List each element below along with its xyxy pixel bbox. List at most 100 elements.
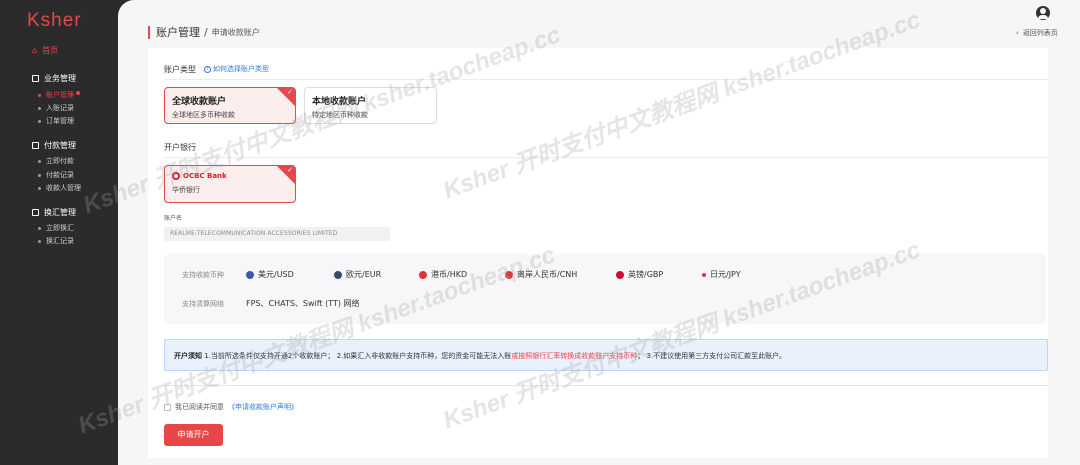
sidebar-item-label: 付款记录 bbox=[46, 171, 74, 179]
bullet-icon bbox=[38, 239, 41, 243]
form-card: 账户类型 ? 如何选择账户类型 全球收款账户 全球地区多币种收款 ✓ 本地收款账… bbox=[148, 48, 1048, 458]
back-link-label: 返回列表页 bbox=[1022, 29, 1058, 37]
sidebar-item-label: 首页 bbox=[42, 46, 59, 55]
check-icon: ✓ bbox=[287, 88, 293, 96]
breadcrumb-separator: / bbox=[204, 25, 208, 39]
bullet-icon bbox=[38, 119, 41, 123]
exchange-icon bbox=[32, 209, 39, 216]
account-type-help-link[interactable]: ? 如何选择账户类型 bbox=[204, 64, 269, 74]
bank-label: 开户银行 bbox=[164, 143, 196, 152]
sidebar-item-payee-management[interactable]: 收款人管理 bbox=[38, 183, 81, 193]
help-link-label: 如何选择账户类型 bbox=[213, 65, 269, 73]
sidebar-item-label: 立即换汇 bbox=[46, 224, 74, 232]
sidebar-group-payment[interactable]: 付款管理 bbox=[32, 140, 76, 151]
uk-flag-icon bbox=[616, 270, 624, 279]
briefcase-icon bbox=[32, 75, 39, 82]
option-title: 本地收款账户 bbox=[312, 97, 367, 107]
bank-name: 华侨银行 bbox=[172, 186, 200, 194]
question-icon: ? bbox=[204, 65, 211, 73]
bank-option-ocbc[interactable]: OCBC Bank 华侨银行 ✓ bbox=[164, 165, 296, 203]
currency-name: 港币/HKD bbox=[431, 270, 468, 279]
sidebar-item-incoming-records[interactable]: 入账记录 bbox=[38, 103, 74, 113]
currency-name: 美元/USD bbox=[258, 270, 294, 279]
sidebar-group-label: 换汇管理 bbox=[44, 208, 76, 217]
account-name-label: 账户名 bbox=[164, 215, 183, 222]
sidebar-item-exchange-now[interactable]: 立即换汇 bbox=[38, 223, 74, 233]
bullet-icon bbox=[38, 226, 41, 230]
currency-name: 日元/JPY bbox=[710, 270, 741, 279]
bullet-icon bbox=[38, 159, 41, 163]
sidebar-item-label: 订单管理 bbox=[46, 117, 74, 125]
sidebar-item-label: 收款人管理 bbox=[46, 184, 81, 192]
sidebar-item-pay-now[interactable]: 立即付款 bbox=[38, 156, 74, 166]
submit-button[interactable]: 申请开户 bbox=[164, 424, 223, 446]
sidebar-item-order-management[interactable]: 订单管理 bbox=[38, 116, 74, 126]
hk-flag-icon bbox=[419, 270, 427, 279]
currency-usd: 美元/USD bbox=[246, 269, 294, 280]
user-avatar-icon[interactable] bbox=[1036, 6, 1050, 20]
currency-info-box: 支持收款币种 美元/USD 欧元/EUR 港币/HKD 离岸人民币/CNH 英镑… bbox=[164, 254, 1046, 324]
sidebar-item-payment-records[interactable]: 付款记录 bbox=[38, 170, 74, 180]
chevron-left-icon: ‹ bbox=[1016, 29, 1019, 37]
bullet-icon bbox=[38, 186, 41, 190]
divider bbox=[164, 385, 1048, 386]
notice-banner: 开户须知 1.当前所选条件仅支持开通2个收款账户； 2.如果汇入非收款账户支持币… bbox=[164, 339, 1048, 371]
sidebar-item-label: 账户管理 bbox=[46, 91, 74, 99]
sidebar-group-label: 付款管理 bbox=[44, 141, 76, 150]
sidebar-item-label: 立即付款 bbox=[46, 157, 74, 165]
divider bbox=[164, 79, 1048, 80]
notice-text-highlight: 或按照银行汇率转换成收款账户支持币种 bbox=[511, 352, 638, 360]
cn-flag-icon bbox=[505, 270, 513, 279]
title-accent-bar bbox=[148, 25, 150, 39]
network-label: 支持清算网络 bbox=[182, 300, 224, 308]
wallet-icon bbox=[32, 142, 39, 149]
sidebar-group-business[interactable]: 业务管理 bbox=[32, 73, 76, 84]
main-content: 账户管理 / 申请收款账户 ‹ 返回列表页 账户类型 ? 如何选择账户类型 全球… bbox=[75, 0, 1080, 465]
account-type-label: 账户类型 bbox=[164, 65, 196, 74]
currency-cnh: 离岸人民币/CNH bbox=[505, 269, 577, 280]
network-value: FPS、CHATS、Swift (TT) 网络 bbox=[246, 299, 360, 308]
sidebar-item-account-management[interactable]: 账户管理 bbox=[38, 90, 80, 100]
bullet-icon bbox=[38, 106, 41, 110]
sidebar-item-label: 换汇记录 bbox=[46, 237, 74, 245]
currency-name: 离岸人民币/CNH bbox=[517, 270, 578, 279]
currency-label: 支持收款币种 bbox=[182, 271, 224, 279]
bank-logo-text: OCBC Bank bbox=[183, 172, 227, 180]
agreement-link[interactable]: 《申请收款账户声明》 bbox=[228, 402, 298, 412]
us-flag-icon bbox=[246, 270, 254, 279]
divider bbox=[164, 157, 1048, 158]
currency-gbp: 英镑/GBP bbox=[616, 269, 663, 280]
notice-title: 开户须知 bbox=[174, 352, 202, 360]
app-logo: Ksher bbox=[27, 10, 82, 31]
option-desc: 全球地区多币种收款 bbox=[172, 111, 235, 119]
currency-hkd: 港币/HKD bbox=[419, 269, 467, 280]
sidebar-group-label: 业务管理 bbox=[44, 74, 76, 83]
sidebar-item-home[interactable]: ⌂ 首页 bbox=[32, 45, 58, 56]
breadcrumb: 账户管理 / 申请收款账户 bbox=[148, 24, 260, 40]
sidebar-group-exchange[interactable]: 换汇管理 bbox=[32, 207, 76, 218]
page-title: 账户管理 bbox=[156, 26, 200, 39]
option-desc: 特定地区币种收款 bbox=[312, 111, 368, 119]
back-to-list-link[interactable]: ‹ 返回列表页 bbox=[1016, 28, 1058, 38]
ocbc-logo-icon bbox=[172, 172, 180, 180]
bullet-icon bbox=[38, 173, 41, 177]
currency-eur: 欧元/EUR bbox=[334, 269, 381, 280]
check-icon: ✓ bbox=[287, 166, 293, 174]
currency-jpy: 日元/JPY bbox=[702, 269, 741, 280]
notification-dot bbox=[76, 90, 80, 95]
option-title: 全球收款账户 bbox=[172, 97, 227, 107]
currency-name: 欧元/EUR bbox=[346, 270, 382, 279]
jp-flag-icon bbox=[702, 272, 706, 277]
account-name-field: REALME-TELECOMMUNICATION ACCESSORIES LIM… bbox=[164, 227, 390, 241]
eu-flag-icon bbox=[334, 270, 342, 279]
account-type-option-local[interactable]: 本地收款账户 特定地区币种收款 bbox=[304, 87, 437, 124]
ocbc-logo: OCBC Bank bbox=[172, 172, 288, 180]
sidebar-item-label: 入账记录 bbox=[46, 104, 74, 112]
account-type-option-global[interactable]: 全球收款账户 全球地区多币种收款 ✓ bbox=[164, 87, 296, 124]
agreement-checkbox[interactable] bbox=[164, 403, 171, 411]
sidebar-item-exchange-records[interactable]: 换汇记录 bbox=[38, 236, 74, 246]
currency-name: 英镑/GBP bbox=[628, 270, 664, 279]
notice-text-1: 1.当前所选条件仅支持开通2个收款账户； 2.如果汇入非收款账户支持币种，您的资… bbox=[202, 352, 512, 360]
agreement-text: 我已阅读并同意 bbox=[175, 403, 224, 411]
notice-text-2: ； 3.不建议使用第三方支付公司汇款至此账户。 bbox=[637, 352, 787, 360]
